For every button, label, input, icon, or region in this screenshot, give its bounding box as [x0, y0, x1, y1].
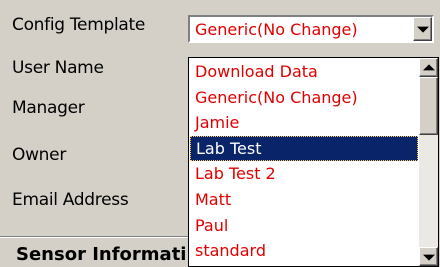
config-template-dropdown-list[interactable]: Download Data Generic(No Change) Jamie L… — [188, 57, 439, 267]
config-template-label: Config Template — [12, 15, 146, 35]
dropdown-option-paul[interactable]: Paul — [190, 213, 418, 239]
dropdown-option-matt[interactable]: Matt — [190, 187, 418, 213]
owner-label: Owner — [12, 145, 67, 165]
dropdown-scrollbar[interactable] — [419, 58, 438, 266]
scroll-down-button[interactable] — [419, 247, 438, 266]
email-address-label: Email Address — [12, 190, 129, 210]
dropdown-option-standard[interactable]: standard — [190, 238, 418, 264]
dropdown-option-download-data[interactable]: Download Data — [190, 59, 418, 85]
combo-dropdown-button[interactable] — [413, 17, 432, 41]
user-name-label: User Name — [12, 58, 104, 78]
config-template-value: Generic(No Change) — [195, 20, 358, 39]
scroll-up-button[interactable] — [419, 58, 438, 77]
dropdown-option-jamie[interactable]: Jamie — [190, 110, 418, 136]
dropdown-option-lab-test-2[interactable]: Lab Test 2 — [190, 161, 418, 187]
dropdown-option-lab-test[interactable]: Lab Test — [190, 135, 418, 162]
scroll-up-arrow-icon — [422, 63, 435, 70]
manager-label: Manager — [12, 98, 85, 118]
sensor-information-section: Sensor Informati — [0, 238, 188, 267]
scrollbar-thumb[interactable] — [419, 77, 438, 135]
scroll-down-arrow-icon — [422, 254, 435, 261]
chevron-down-icon — [416, 26, 429, 33]
dropdown-options: Download Data Generic(No Change) Jamie L… — [190, 59, 418, 264]
config-template-combobox[interactable]: Generic(No Change) — [188, 15, 434, 43]
dropdown-option-generic-no-change[interactable]: Generic(No Change) — [190, 85, 418, 111]
section-header-label: Sensor Informati — [16, 244, 187, 265]
